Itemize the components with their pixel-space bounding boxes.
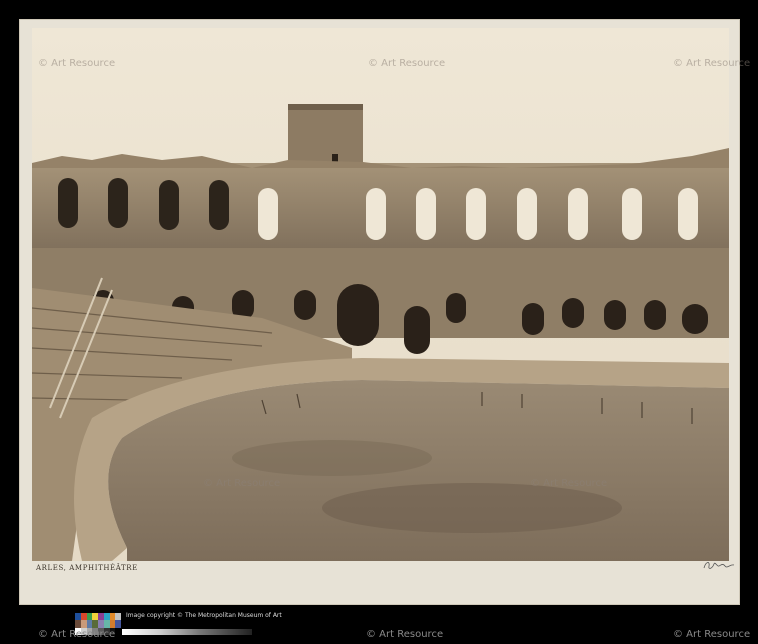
greyscale-bar-icon: [122, 629, 252, 635]
amphitheatre-illustration: [32, 28, 729, 561]
watermark-text: © Art Resource: [38, 58, 116, 69]
photograph-amphitheatre: [32, 28, 729, 561]
signature-mark: [703, 562, 735, 569]
footer-watermark-left: © Art Resource: [38, 629, 116, 640]
arena-floor: [108, 380, 729, 561]
watermark-text: © Art Resource: [368, 58, 446, 69]
footer-watermark-right: © Art Resource: [673, 629, 751, 640]
watermark-text: © Art Resource: [530, 478, 608, 489]
watermark-text: © Art Resource: [203, 478, 281, 489]
copyright-text: Image copyright © The Metropolitan Museu…: [126, 612, 282, 619]
watermark-text: © Art Resource: [673, 58, 751, 69]
footer-watermark-center: © Art Resource: [366, 629, 444, 640]
photo-caption: ARLES, AMPHITHÉÂTRE: [36, 564, 138, 572]
